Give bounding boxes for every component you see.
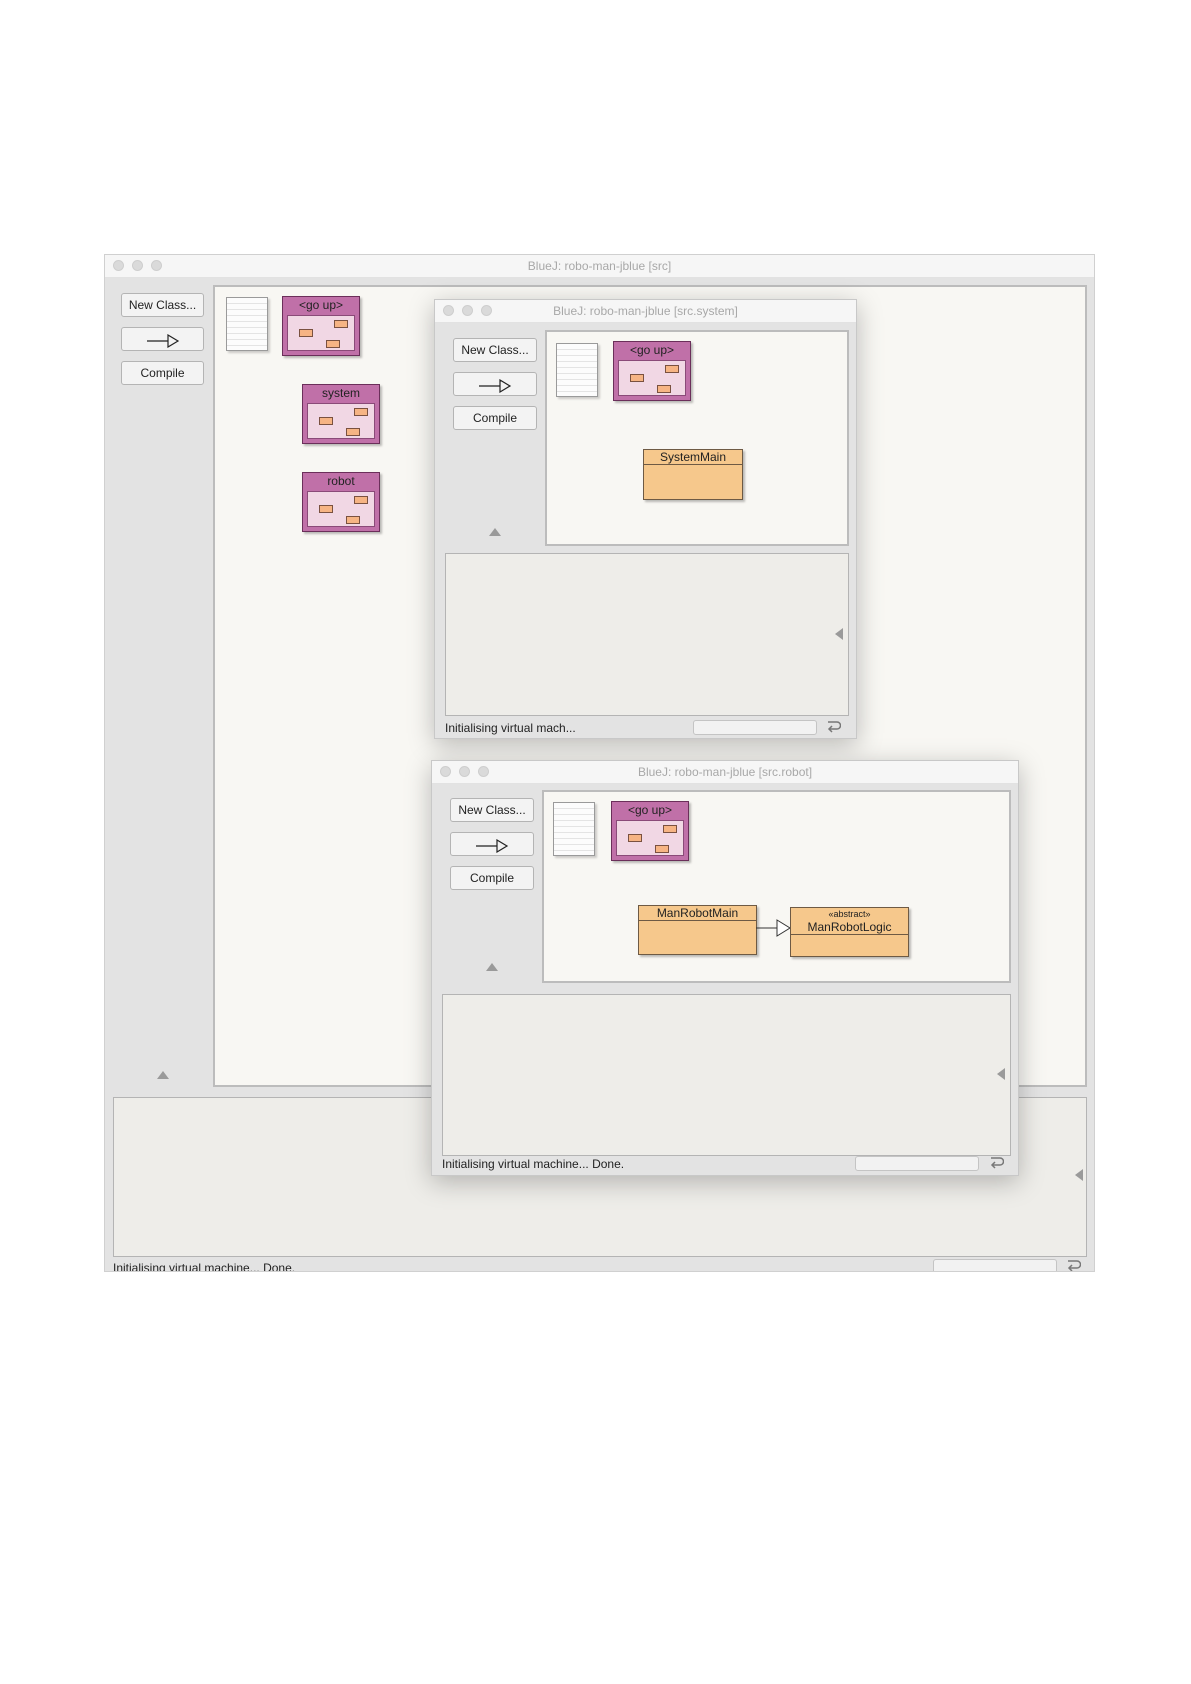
minimize-dot-icon[interactable] bbox=[462, 305, 473, 316]
toolbar-collapse-icon[interactable] bbox=[157, 1071, 169, 1079]
close-dot-icon[interactable] bbox=[440, 766, 451, 777]
progress-bar bbox=[855, 1156, 979, 1171]
class-name: SystemMain bbox=[644, 450, 742, 465]
new-class-button[interactable]: New Class... bbox=[121, 293, 204, 317]
window-title: BlueJ: robo-man-jblue [src.system] bbox=[553, 304, 738, 318]
close-dot-icon[interactable] bbox=[113, 260, 124, 271]
system-window: BlueJ: robo-man-jblue [src.system] New C… bbox=[434, 299, 857, 739]
class-stereotype: «abstract» bbox=[828, 909, 871, 919]
progress-bar bbox=[933, 1259, 1057, 1271]
package-go-up[interactable]: <go up> bbox=[611, 801, 689, 861]
class-header: «abstract» ManRobotLogic bbox=[791, 908, 908, 935]
class-diagram-canvas[interactable]: <go up> SystemMain bbox=[545, 330, 849, 546]
wrap-text-icon[interactable] bbox=[1065, 1258, 1081, 1272]
package-icon bbox=[307, 403, 375, 439]
zoom-dot-icon[interactable] bbox=[481, 305, 492, 316]
inheritance-arrow bbox=[756, 919, 791, 937]
status-text: Initialising virtual machine... Done. bbox=[113, 1261, 296, 1272]
window-title: BlueJ: robo-man-jblue [src] bbox=[527, 259, 672, 273]
zoom-dot-icon[interactable] bbox=[478, 766, 489, 777]
new-inheritance-arrow-button[interactable] bbox=[450, 832, 534, 856]
class-system-main[interactable]: SystemMain bbox=[643, 449, 743, 500]
new-inheritance-arrow-button[interactable] bbox=[453, 372, 537, 396]
package-label: robot bbox=[327, 474, 355, 488]
terminal-collapse-icon[interactable] bbox=[997, 1068, 1005, 1080]
package-icon bbox=[307, 491, 375, 527]
zoom-dot-icon[interactable] bbox=[151, 260, 162, 271]
package-label: <go up> bbox=[627, 803, 673, 817]
status-text: Initialising virtual machine... Done. bbox=[442, 1157, 625, 1171]
class-name: ManRobotMain bbox=[639, 906, 756, 921]
class-diagram-canvas[interactable]: <go up> ManRobotMain «abstract» ManRobot… bbox=[542, 790, 1011, 983]
minimize-dot-icon[interactable] bbox=[459, 766, 470, 777]
toolbar-collapse-icon[interactable] bbox=[486, 963, 498, 971]
inheritance-arrow-icon bbox=[479, 379, 512, 393]
package-label: system bbox=[321, 386, 360, 400]
package-label: <go up> bbox=[298, 298, 344, 312]
package-system[interactable]: system bbox=[302, 384, 380, 444]
package-go-up[interactable]: <go up> bbox=[613, 341, 691, 401]
window-title: BlueJ: robo-man-jblue [src.robot] bbox=[637, 765, 813, 779]
minimize-dot-icon[interactable] bbox=[132, 260, 143, 271]
window-controls bbox=[443, 305, 492, 316]
new-inheritance-arrow-button[interactable] bbox=[121, 327, 204, 351]
window-controls bbox=[113, 260, 162, 271]
package-icon bbox=[618, 360, 686, 396]
robot-titlebar[interactable]: BlueJ: robo-man-jblue [src.robot] bbox=[432, 761, 1018, 784]
inheritance-arrow-icon bbox=[476, 839, 509, 853]
readme-doc-icon[interactable] bbox=[226, 297, 268, 351]
terminal-collapse-icon[interactable] bbox=[1075, 1169, 1083, 1181]
wrap-text-icon[interactable] bbox=[988, 1155, 1004, 1171]
class-man-robot-logic[interactable]: «abstract» ManRobotLogic bbox=[790, 907, 909, 957]
package-go-up[interactable]: <go up> bbox=[282, 296, 360, 356]
readme-doc-icon[interactable] bbox=[556, 343, 598, 397]
main-titlebar[interactable]: BlueJ: robo-man-jblue [src] bbox=[105, 255, 1094, 278]
compile-button[interactable]: Compile bbox=[121, 361, 204, 385]
wrap-text-icon[interactable] bbox=[825, 719, 841, 735]
readme-doc-icon[interactable] bbox=[553, 802, 595, 856]
compile-button[interactable]: Compile bbox=[450, 866, 534, 890]
package-icon bbox=[287, 315, 355, 351]
toolbar-collapse-icon[interactable] bbox=[489, 528, 501, 536]
terminal-area[interactable] bbox=[442, 994, 1011, 1156]
terminal-collapse-icon[interactable] bbox=[835, 628, 843, 640]
inheritance-arrow-icon bbox=[146, 334, 179, 348]
window-controls bbox=[440, 766, 489, 777]
new-class-button[interactable]: New Class... bbox=[453, 338, 537, 362]
class-name: ManRobotLogic bbox=[807, 920, 892, 934]
close-dot-icon[interactable] bbox=[443, 305, 454, 316]
package-icon bbox=[616, 820, 684, 856]
package-robot[interactable]: robot bbox=[302, 472, 380, 532]
new-class-button[interactable]: New Class... bbox=[450, 798, 534, 822]
progress-bar bbox=[693, 720, 817, 735]
system-titlebar[interactable]: BlueJ: robo-man-jblue [src.system] bbox=[435, 300, 856, 323]
terminal-area[interactable] bbox=[445, 553, 849, 716]
robot-window: BlueJ: robo-man-jblue [src.robot] New Cl… bbox=[431, 760, 1019, 1176]
compile-button[interactable]: Compile bbox=[453, 406, 537, 430]
status-text: Initialising virtual mach... bbox=[445, 721, 576, 735]
class-man-robot-main[interactable]: ManRobotMain bbox=[638, 905, 757, 955]
package-label: <go up> bbox=[629, 343, 675, 357]
